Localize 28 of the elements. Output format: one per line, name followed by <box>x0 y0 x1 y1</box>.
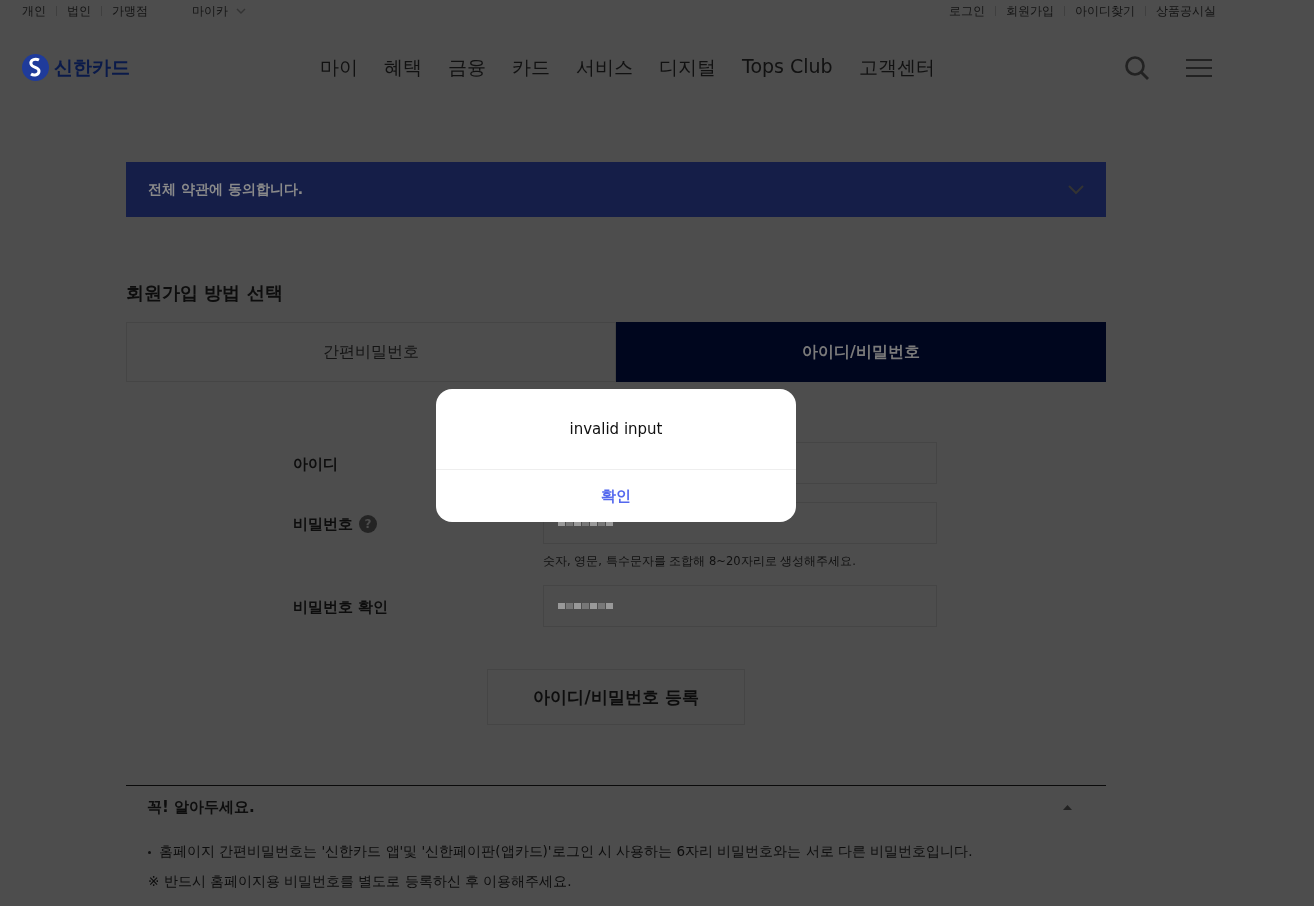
notice-note: ※ 반드시 홈페이지용 비밀번호를 별도로 등록하신 후 이용해주세요. <box>148 873 573 891</box>
method-tab[interactable]: 간편비밀번호 <box>126 322 616 382</box>
utility-link[interactable]: 가맹점 <box>112 2 148 20</box>
nav-link[interactable]: 금융 <box>448 54 486 81</box>
utility-link[interactable]: 아이디찾기 <box>1075 2 1135 20</box>
confirm-button[interactable]: 확인 <box>436 470 796 522</box>
nav-link[interactable]: 혜택 <box>384 54 422 81</box>
register-button[interactable]: 아이디/비밀번호 등록 <box>487 669 745 725</box>
field-label: 아이디 <box>293 454 338 474</box>
nav-link[interactable]: 서비스 <box>576 54 633 81</box>
nav-link[interactable]: 고객센터 <box>858 54 935 81</box>
method-tab[interactable]: 아이디/비밀번호 <box>616 322 1106 382</box>
nav-link[interactable]: 마이 <box>320 54 358 81</box>
nav-link[interactable]: Tops Club <box>742 54 833 81</box>
nav-link[interactable]: 카드 <box>512 54 550 81</box>
dialog-message: invalid input <box>436 389 796 470</box>
utility-link[interactable]: 상품공시실 <box>1156 2 1216 20</box>
field-label: 비밀번호 확인 <box>293 597 389 617</box>
utility-link[interactable]: 회원가입 <box>1006 2 1054 20</box>
notice-item: 홈페이지 간편비밀번호는 '신한카드 앱'및 '신한페이판(앱카드)'로그인 시 사용하는 6자리 비밀번호와는 서로 다른 비밀번호입니다. <box>159 843 973 861</box>
agree-all-bar[interactable]: 전체 약관에 동의합니다. <box>126 162 1106 217</box>
logo-text: 신한카드 <box>54 54 130 80</box>
help-icon[interactable]: ? <box>359 515 377 533</box>
logo[interactable]: 신한카드 <box>22 54 130 81</box>
field-label: 비밀번호 <box>293 514 353 534</box>
notice-header[interactable]: 꼭! 알아두세요. <box>126 786 1106 829</box>
section-title: 회원가입 방법 선택 <box>126 281 284 305</box>
nav-link[interactable]: 디지털 <box>659 54 716 81</box>
